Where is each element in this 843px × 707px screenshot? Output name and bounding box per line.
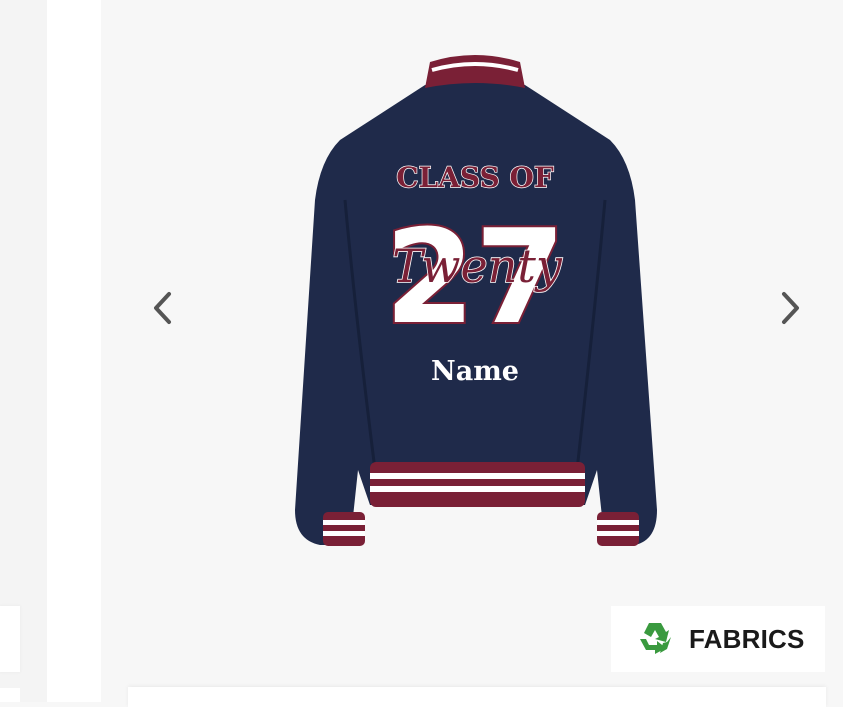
bottom-card[interactable] — [128, 687, 826, 707]
left-panel — [0, 0, 47, 702]
left-card[interactable] — [0, 606, 20, 672]
script-text: Twenty — [392, 239, 563, 293]
gallery-next-button[interactable] — [771, 282, 811, 334]
fabrics-label: FABRICS — [689, 623, 805, 654]
class-of-text: CLASS OF — [396, 161, 554, 194]
divider-strip — [47, 0, 101, 702]
fabrics-badge: FABRICS — [611, 606, 825, 672]
chevron-left-icon — [154, 292, 171, 324]
name-text: Name — [431, 356, 519, 387]
chevron-right-icon — [782, 292, 799, 324]
recycle-icon — [640, 623, 671, 654]
jacket-image: CLASS OF 27 Twenty Name — [295, 55, 657, 546]
left-card-lower[interactable] — [0, 688, 20, 702]
gallery-prev-button[interactable] — [142, 282, 182, 334]
